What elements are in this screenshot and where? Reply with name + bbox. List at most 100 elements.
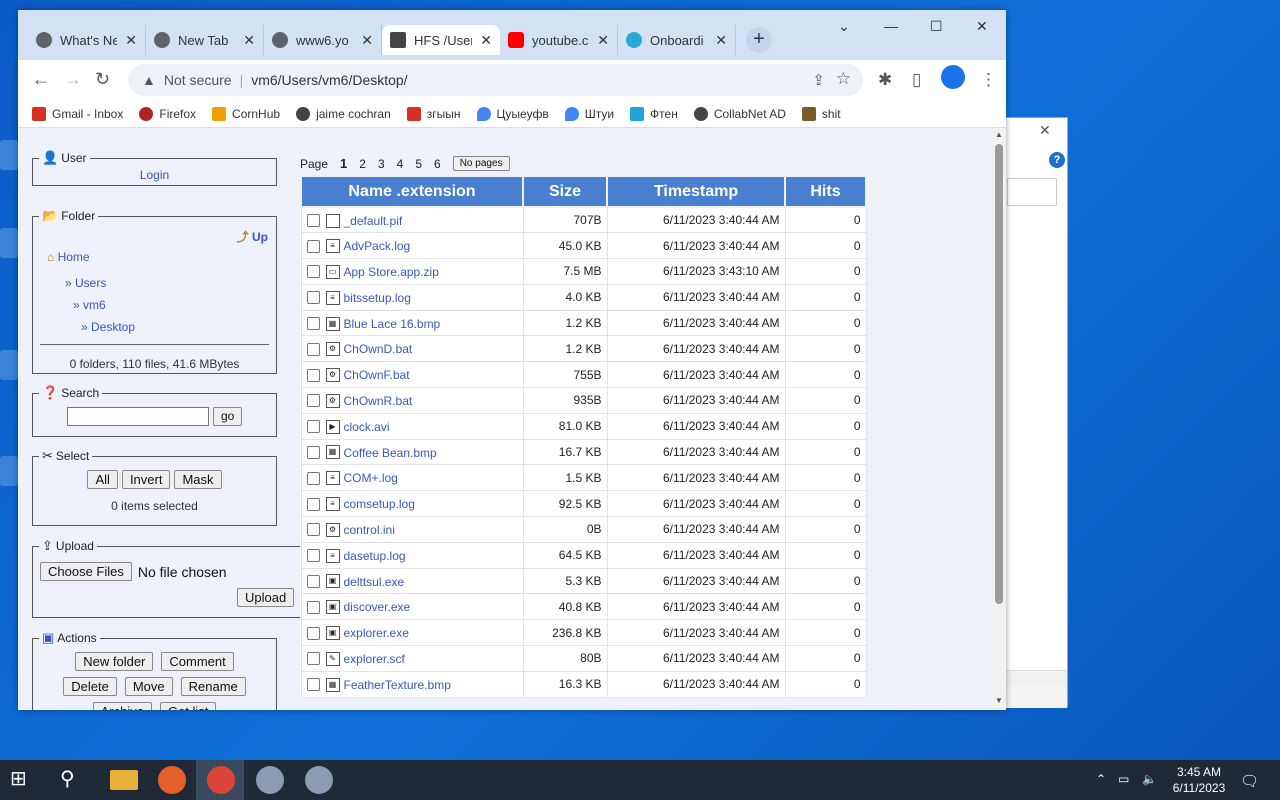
move-button[interactable]: Move (124, 677, 173, 696)
close-tab-icon[interactable]: ✕ (243, 32, 255, 49)
close-tab-icon[interactable]: ✕ (597, 32, 609, 49)
close-tab-icon[interactable]: ✕ (125, 32, 137, 49)
firefox-icon[interactable] (158, 766, 186, 794)
row-checkbox[interactable] (306, 291, 320, 305)
table-row[interactable]: ≡ COM+.log 1.5 KB 6/11/2023 3:40:44 AM 0 (300, 464, 867, 492)
table-row[interactable]: ▦ FeatherTexture.bmp 16.3 KB 6/11/2023 3:40… (300, 670, 867, 698)
file-link[interactable]: FeatherTexture.bmp (344, 678, 451, 692)
new-tab-button[interactable]: + (746, 27, 772, 53)
file-link[interactable]: discover.exe (344, 600, 411, 614)
delete-button[interactable]: Delete (63, 677, 117, 696)
extensions-icon[interactable]: ✱ (878, 70, 892, 90)
row-checkbox[interactable] (306, 600, 320, 614)
page-link[interactable]: 5 (415, 157, 422, 171)
row-checkbox[interactable] (306, 214, 320, 228)
scroll-thumb[interactable] (995, 144, 1003, 604)
close-window-icon[interactable]: ✕ (976, 18, 988, 35)
table-row[interactable]: ⚙ ChOwnF.bat 755B 6/11/2023 3:40:44 AM 0 (300, 361, 867, 389)
clock[interactable]: 3:45 AM 6/11/2023 (1160, 764, 1238, 796)
breadcrumb-vm6[interactable]: » vm6 (73, 298, 106, 312)
table-row[interactable]: ⚙ control.ini 0B 6/11/2023 3:40:44 AM 0 (300, 516, 867, 543)
file-link[interactable]: Coffee Bean.bmp (344, 445, 437, 459)
profile-avatar[interactable] (941, 65, 965, 89)
tab-active[interactable]: HFS /User ✕ (382, 25, 500, 55)
file-link[interactable]: Blue Lace 16.bmp (344, 317, 441, 331)
table-row[interactable]: ≡ AdvPack.log 45.0 KB 6/11/2023 3:40:44 AM 0 (300, 232, 867, 260)
new-folder-button[interactable]: New folder (75, 652, 154, 671)
tray-chevron-icon[interactable]: ⌃ (1096, 772, 1106, 786)
page-link[interactable]: 3 (378, 157, 385, 171)
side-panel-icon[interactable]: ▯ (912, 70, 921, 90)
chrome-icon[interactable] (207, 766, 235, 794)
file-link[interactable]: _default.pif (344, 214, 403, 228)
table-row[interactable]: ▣ explorer.exe 236.8 KB 6/11/2023 3:40:44 A… (300, 619, 867, 647)
file-explorer-icon[interactable] (110, 770, 138, 790)
bookmark[interactable]: Firefox (139, 106, 196, 121)
row-checkbox[interactable] (306, 574, 320, 588)
warning-icon[interactable]: ▲ (142, 72, 156, 88)
file-link[interactable]: delttsul.exe (344, 574, 405, 588)
row-checkbox[interactable] (306, 652, 320, 666)
column-header-hits[interactable]: Hits (784, 175, 867, 208)
tab[interactable]: www6.yo ✕ (264, 25, 382, 55)
file-link[interactable]: explorer.scf (344, 652, 405, 666)
page-link[interactable]: 2 (359, 157, 366, 171)
network-icon[interactable]: ▭ (1118, 772, 1129, 786)
app-icon[interactable] (256, 766, 284, 794)
page-link[interactable]: 4 (397, 157, 404, 171)
close-tab-icon[interactable]: ✕ (480, 32, 492, 49)
desktop-icon[interactable] (0, 350, 18, 380)
row-checkbox[interactable] (306, 394, 320, 408)
menu-icon[interactable]: ⋮ (980, 70, 997, 90)
row-checkbox[interactable] (306, 678, 320, 692)
url-text[interactable]: vm6/Users/vm6/Desktop/ (251, 72, 407, 88)
search-icon[interactable]: ⚲ (60, 766, 88, 794)
comment-button[interactable]: Comment (161, 652, 234, 671)
row-checkbox[interactable] (306, 420, 320, 434)
scroll-up-icon[interactable]: ▲ (995, 130, 1003, 139)
forward-icon[interactable]: → (64, 69, 82, 90)
table-row[interactable]: ▣ discover.exe 40.8 KB 6/11/2023 3:40:44 AM… (300, 593, 867, 621)
table-row[interactable]: ≡ dasetup.log 64.5 KB 6/11/2023 3:40:44 AM 0 (300, 541, 867, 569)
file-link[interactable]: dasetup.log (344, 549, 406, 563)
bookmark[interactable]: Gmail - Inbox (32, 106, 123, 121)
table-row[interactable]: ⚙ ChOwnR.bat 935B 6/11/2023 3:40:44 AM 0 (300, 387, 867, 414)
address-bar[interactable]: ▲ Not secure | vm6/Users/vm6/Desktop/ ⇪ … (128, 64, 863, 96)
row-checkbox[interactable] (306, 368, 320, 382)
up-link[interactable]: ⤴ Up (237, 228, 268, 245)
row-checkbox[interactable] (306, 471, 320, 485)
close-icon[interactable]: ✕ (1039, 122, 1051, 139)
horizontal-scrollbar[interactable] (1005, 670, 1067, 686)
reload-icon[interactable]: ↻ (95, 69, 110, 90)
share-icon[interactable]: ⇪ (812, 71, 825, 89)
column-header-name[interactable]: Name .extension (300, 175, 524, 208)
security-label[interactable]: Not secure (164, 72, 232, 88)
row-checkbox[interactable] (306, 523, 320, 537)
page-link[interactable]: 6 (434, 157, 441, 171)
desktop-icon[interactable] (0, 456, 18, 486)
tab[interactable]: What's Ne ✕ (28, 25, 146, 55)
view-toggle[interactable] (1005, 686, 1067, 708)
vertical-scrollbar[interactable]: ▲ ▼ (992, 128, 1006, 710)
column-header-size[interactable]: Size (522, 175, 608, 208)
bookmark[interactable]: Цуыеуфв (476, 106, 549, 121)
bookmark[interactable]: згыын (406, 106, 461, 121)
volume-icon[interactable]: 🔈 (1142, 772, 1157, 786)
file-link[interactable]: ChOwnR.bat (344, 394, 413, 408)
close-tab-icon[interactable]: ✕ (361, 32, 373, 49)
help-icon[interactable]: ? (1049, 152, 1065, 168)
file-link[interactable]: AdvPack.log (344, 239, 411, 253)
table-row[interactable]: ▶ clock.avi 81.0 KB 6/11/2023 3:40:44 AM 0 (300, 412, 867, 440)
no-pages-button[interactable]: No pages (452, 156, 510, 171)
row-checkbox[interactable] (306, 317, 320, 330)
app-icon[interactable] (305, 766, 333, 794)
file-link[interactable]: control.ini (344, 523, 395, 537)
table-row[interactable]: ▦ Blue Lace 16.bmp 1.2 KB 6/11/2023 3:40:44… (300, 309, 867, 337)
select-all-button[interactable]: All (87, 470, 118, 489)
tab[interactable]: Onboardi ✕ (618, 25, 736, 55)
table-row[interactable]: ▣ delttsul.exe 5.3 KB 6/11/2023 3:40:44 AM 0 (300, 567, 867, 595)
tab[interactable]: youtube.c ✕ (500, 25, 618, 55)
home-link[interactable]: ⌂ Home (47, 250, 90, 264)
breadcrumb-users[interactable]: » Users (65, 276, 106, 290)
maximize-icon[interactable]: ☐ (930, 18, 943, 35)
